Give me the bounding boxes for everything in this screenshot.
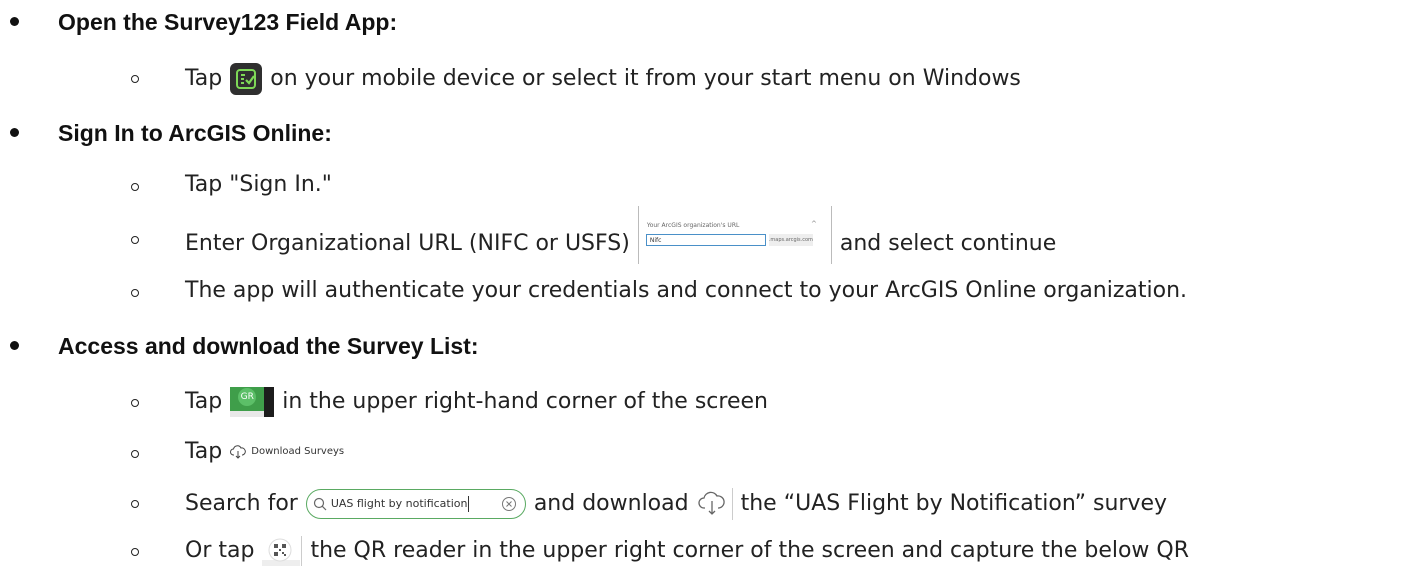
substep-text: The app will authenticate your credentia… <box>185 278 1188 303</box>
substep-text: Tap <box>185 439 223 464</box>
qr-code-icon <box>268 538 292 562</box>
download-surveys-button[interactable]: Download Surveys <box>230 438 344 466</box>
substep-text: Search for <box>185 491 298 516</box>
search-icon <box>313 497 327 511</box>
substep-text: Tap "Sign In." <box>185 172 332 197</box>
sub-bullet <box>131 548 139 556</box>
cloud-download-icon <box>230 445 247 459</box>
step-heading: Access and download the Survey List: <box>58 333 479 359</box>
step-heading: Open the Survey123 Field App: <box>58 9 398 35</box>
substep-text: the QR reader in the upper right corner … <box>310 538 1190 563</box>
org-url-widget: Your ArcGIS organization's URL ^ Nifc .m… <box>637 206 832 264</box>
qr-reader-button[interactable] <box>262 536 303 566</box>
sub-bullet <box>131 183 139 191</box>
substep-text: in the upper right-hand corner of the sc… <box>282 389 768 414</box>
substep-text: and download <box>533 491 689 516</box>
profile-button[interactable]: GR <box>230 387 275 417</box>
sub-bullet <box>131 236 139 244</box>
sub-bullet <box>131 289 139 297</box>
avatar: GR <box>238 388 257 406</box>
substep-text: Tap <box>185 66 223 91</box>
sub-bullet <box>131 75 139 83</box>
step-heading: Sign In to ArcGIS Online: <box>58 120 332 146</box>
clear-icon[interactable] <box>501 496 517 512</box>
substep-text: the “UAS Flight by Notification” survey <box>740 491 1168 516</box>
download-surveys-label: Download Surveys <box>251 446 345 457</box>
sub-bullet <box>131 450 139 458</box>
bullet <box>10 341 19 350</box>
sub-bullet <box>131 500 139 508</box>
search-value: UAS flight by notification <box>330 497 468 510</box>
substep-text: Or tap <box>185 538 255 563</box>
org-url-suffix: .maps.arcgis.com <box>768 234 813 246</box>
substep-text: and select continue <box>839 231 1057 256</box>
substep-text: Enter Organizational URL (NIFC or USFS) <box>185 231 630 256</box>
org-url-input[interactable]: Nifc <box>645 234 766 246</box>
bullet <box>10 128 19 137</box>
cloud-download-icon <box>698 491 725 515</box>
bullet <box>10 17 19 26</box>
substep-text: Tap <box>185 389 223 414</box>
sub-bullet <box>131 399 139 407</box>
survey123-app-icon[interactable] <box>230 63 263 95</box>
survey-search-input[interactable]: UAS flight by notification <box>305 489 526 519</box>
substep-text: on your mobile device or select it from … <box>270 66 1021 91</box>
download-button[interactable] <box>697 488 733 520</box>
